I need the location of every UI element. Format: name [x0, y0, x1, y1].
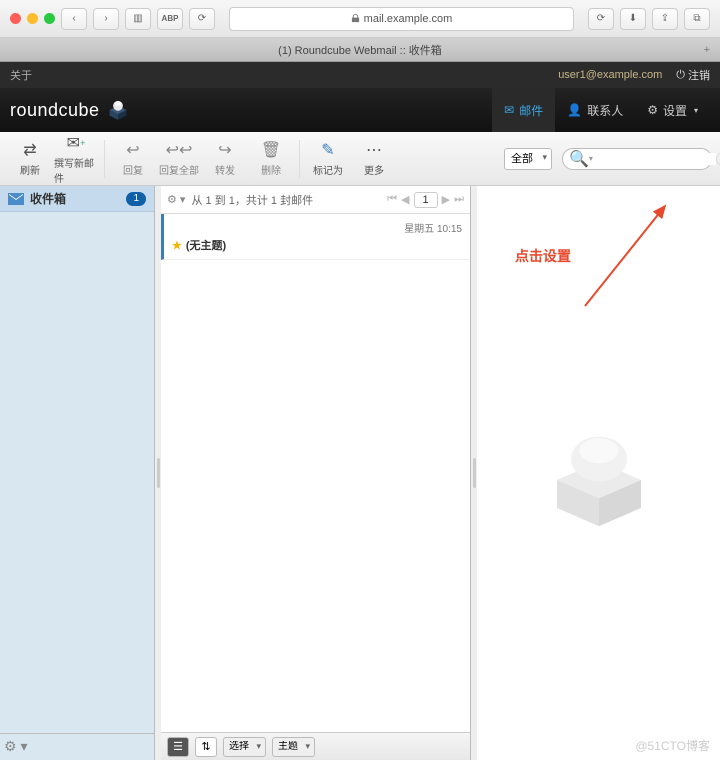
last-page-icon[interactable]: ⏭	[454, 193, 464, 206]
new-tab-icon[interactable]: +	[704, 44, 710, 56]
scope-select[interactable]: 全部	[504, 148, 552, 170]
search-icon: 🔍	[569, 149, 589, 169]
reply-button: ↩ 回复	[111, 140, 155, 177]
folder-footer: ⚙ ▾	[0, 733, 154, 760]
prev-page-icon[interactable]: ◀	[401, 193, 409, 206]
nav-contacts[interactable]: 👤 联系人	[555, 88, 635, 132]
browser-chrome: ‹ › ▥ ABP ⟳ mail.example.com ⟳ ⬇ ⇪ ⧉	[0, 0, 720, 38]
back-button[interactable]: ‹	[61, 8, 87, 30]
maximize-window-icon[interactable]	[44, 13, 55, 24]
power-icon: ⏻	[676, 69, 685, 82]
app-header: roundcube ✉ 邮件 👤 联系人 ⚙ 设置 ▾	[0, 88, 720, 132]
chevron-down-icon: ▾	[694, 106, 698, 115]
pager: ⏮ ◀ 1 ▶ ⏭	[387, 192, 464, 208]
minimize-window-icon[interactable]	[27, 13, 38, 24]
extension-icon[interactable]: ⟳	[189, 8, 215, 30]
tab-title: (1) Roundcube Webmail :: 收件箱	[278, 42, 442, 58]
share-button[interactable]: ⇪	[652, 8, 678, 30]
mark-icon: ✎	[317, 140, 339, 160]
user-email: user1@example.com	[558, 69, 662, 81]
address-bar[interactable]: mail.example.com	[229, 7, 574, 31]
gear-icon: ⚙	[647, 103, 658, 117]
nav-settings[interactable]: ⚙ 设置 ▾	[635, 88, 710, 132]
window-controls	[10, 13, 55, 24]
adblock-icon[interactable]: ABP	[157, 8, 183, 30]
folder-pane: 收件箱 1 ⚙ ▾	[0, 186, 155, 760]
forward-icon: ↪	[214, 140, 236, 160]
browser-tab[interactable]: (1) Roundcube Webmail :: 收件箱 +	[0, 38, 720, 62]
trash-icon: 🗑	[260, 140, 282, 160]
compose-icon: ✉+	[65, 133, 87, 153]
mark-button[interactable]: ✎ 标记为	[306, 140, 350, 177]
message-list-pane: ⚙ ▾ 从 1 到 1，共计 1 封邮件 ⏮ ◀ 1 ▶ ⏭ 星期五 10:15…	[161, 186, 471, 760]
list-range: 从 1 到 1，共计 1 封邮件	[191, 192, 313, 208]
logo: roundcube	[10, 96, 132, 124]
more-icon: ⋯	[363, 140, 385, 160]
app-topbar: 关于 user1@example.com ⏻ 注销	[0, 62, 720, 88]
sidebar-toggle-button[interactable]: ▥	[125, 8, 151, 30]
annotation-label: 点击设置	[515, 246, 571, 266]
reply-all-icon: ↩↩	[168, 140, 190, 160]
page-number: 1	[414, 192, 438, 208]
person-icon: 👤	[567, 103, 582, 117]
mail-icon: ✉	[504, 103, 514, 117]
list-options-icon[interactable]: ⚙ ▾	[167, 193, 185, 206]
mail-toolbar: ⇄ 刷新 ✉+ 撰写新邮件 ↩ 回复 ↩↩ 回复全部 ↪ 转发 🗑 删除 ✎ 标…	[0, 132, 720, 186]
watermark: @51CTO博客	[635, 737, 710, 754]
logo-cube-icon	[104, 96, 132, 124]
message-row[interactable]: 星期五 10:15 ★ (无主题)	[161, 214, 470, 260]
folder-settings-icon[interactable]: ⚙ ▾	[4, 738, 27, 754]
annotation-arrow-icon	[575, 196, 675, 316]
main-nav: ✉ 邮件 👤 联系人 ⚙ 设置 ▾	[492, 88, 710, 132]
view-thread-icon[interactable]: ⇅	[195, 737, 217, 757]
select-dropdown[interactable]: 选择	[223, 737, 266, 757]
inbox-badge: 1	[126, 192, 146, 206]
message-subject: (无主题)	[186, 237, 226, 253]
tabs-button[interactable]: ⧉	[684, 8, 710, 30]
next-page-icon[interactable]: ▶	[442, 193, 450, 206]
main-area: 收件箱 1 ⚙ ▾ ⚙ ▾ 从 1 到 1，共计 1 封邮件 ⏮ ◀ 1 ▶ ⏭…	[0, 186, 720, 760]
about-link[interactable]: 关于	[10, 67, 32, 83]
logout-link[interactable]: ⏻ 注销	[676, 67, 710, 83]
star-icon[interactable]: ★	[172, 239, 182, 252]
lock-icon	[351, 14, 360, 23]
list-header: ⚙ ▾ 从 1 到 1，共计 1 封邮件 ⏮ ◀ 1 ▶ ⏭	[161, 186, 470, 214]
url-text: mail.example.com	[364, 13, 453, 25]
forward-button: ↪ 转发	[203, 140, 247, 177]
reload-button[interactable]: ⟳	[588, 8, 614, 30]
folder-inbox[interactable]: 收件箱 1	[0, 186, 154, 212]
sort-dropdown[interactable]: 主题	[272, 737, 315, 757]
first-page-icon[interactable]: ⏮	[387, 193, 397, 206]
reply-icon: ↩	[122, 140, 144, 160]
preview-placeholder-icon	[529, 403, 669, 543]
delete-button: 🗑 删除	[249, 140, 293, 177]
list-footer: ☰ ⇅ 选择 主题	[161, 732, 470, 760]
inbox-icon	[8, 193, 24, 205]
logo-text: roundcube	[10, 100, 100, 121]
clear-search-icon[interactable]: ⓧ	[716, 149, 720, 168]
compose-button[interactable]: ✉+ 撰写新邮件	[54, 133, 98, 185]
preview-pane: 点击设置	[477, 186, 720, 760]
search-box[interactable]: 🔍 ▾ ⓧ	[562, 148, 712, 170]
refresh-button[interactable]: ⇄ 刷新	[8, 140, 52, 177]
forward-button[interactable]: ›	[93, 8, 119, 30]
search-input[interactable]	[593, 153, 716, 165]
nav-mail[interactable]: ✉ 邮件	[492, 88, 555, 132]
downloads-button[interactable]: ⬇	[620, 8, 646, 30]
close-window-icon[interactable]	[10, 13, 21, 24]
view-list-icon[interactable]: ☰	[167, 737, 189, 757]
reply-all-button: ↩↩ 回复全部	[157, 140, 201, 177]
nav-buttons: ‹ ›	[61, 8, 119, 30]
more-button[interactable]: ⋯ 更多	[352, 140, 396, 177]
message-time: 星期五 10:15	[172, 220, 462, 235]
refresh-icon: ⇄	[19, 140, 41, 160]
